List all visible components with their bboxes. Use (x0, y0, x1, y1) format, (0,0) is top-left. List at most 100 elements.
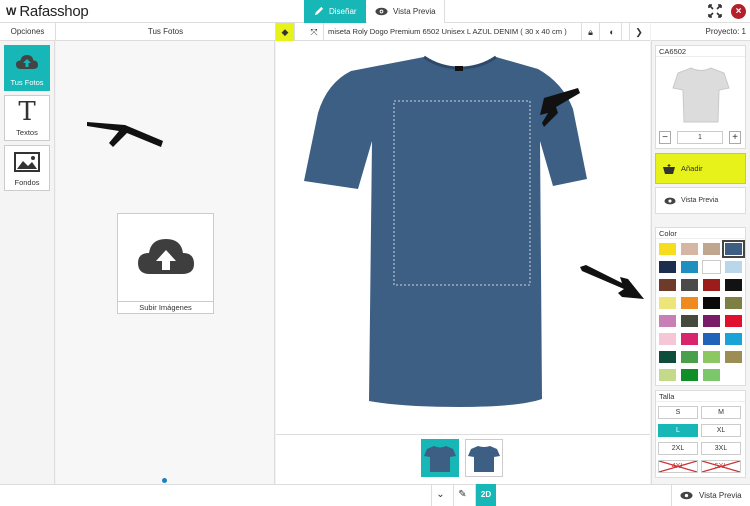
thumbnail-front[interactable] (421, 439, 459, 477)
color-swatch[interactable] (680, 278, 699, 292)
size-option[interactable]: XL (701, 424, 741, 437)
size-option[interactable]: L (658, 424, 698, 437)
thumbnail-back[interactable] (465, 439, 503, 477)
bottom-bar (0, 484, 750, 506)
arrow-annotation-icon (580, 265, 644, 299)
text-icon: T (18, 97, 36, 127)
chevron-down-icon[interactable]: ⌄ (431, 484, 449, 506)
design-canvas[interactable] (276, 41, 650, 434)
color-swatch[interactable] (724, 314, 743, 328)
tab-design-label: Diseñar (329, 7, 357, 16)
color-swatch[interactable] (680, 242, 699, 256)
lock-icon[interactable]: 🔒︎ (581, 23, 600, 41)
tab-preview-label: Vista Previa (393, 7, 436, 16)
size-option[interactable]: 2XL (658, 442, 698, 455)
basket-add-icon (663, 163, 675, 174)
product-code: CA6502 (656, 46, 745, 57)
color-swatch[interactable] (724, 350, 743, 364)
color-swatch[interactable] (724, 278, 743, 292)
color-swatch[interactable] (658, 260, 677, 274)
color-swatch[interactable] (702, 368, 721, 382)
upload-images-button[interactable]: Subir Imágenes (117, 213, 214, 314)
color-swatch[interactable] (658, 296, 677, 310)
contrast-icon[interactable]: ◐ (603, 23, 622, 41)
product-image (672, 67, 730, 123)
color-swatch[interactable] (702, 260, 721, 274)
upload-label: Subir Imágenes (118, 301, 213, 313)
eye-icon (375, 7, 388, 16)
decrease-quantity-button[interactable]: − (659, 131, 671, 144)
color-swatch[interactable] (658, 368, 677, 382)
project-header: Proyecto: 1 (651, 23, 750, 41)
color-swatch[interactable] (702, 332, 721, 346)
eye-icon (664, 197, 676, 204)
size-title: Talla (656, 391, 745, 402)
color-swatch[interactable] (680, 350, 699, 364)
color-swatch[interactable] (724, 296, 743, 310)
bottom-preview-button[interactable]: Vista Previa (671, 484, 750, 506)
color-swatch[interactable] (680, 296, 699, 310)
add-label: Añadir (681, 164, 703, 173)
cloud-upload-icon (5, 46, 49, 78)
color-swatch[interactable] (658, 242, 677, 256)
product-title: miseta Roly Dogo Premium 6502 Unisex L A… (328, 27, 567, 36)
color-swatch[interactable] (658, 350, 677, 364)
product-card: CA6502 − 1 + (655, 45, 746, 149)
fullscreen-icon[interactable] (708, 4, 722, 18)
tool-label: Fondos (14, 178, 40, 187)
color-swatch[interactable] (702, 278, 721, 292)
options-header: Opciones (0, 23, 56, 41)
logo-mark: W (6, 5, 17, 18)
increase-quantity-button[interactable]: + (729, 131, 741, 144)
view-thumbnails-bar (276, 434, 650, 484)
color-swatch[interactable] (680, 332, 699, 346)
pencil-icon (314, 6, 324, 16)
color-swatch[interactable] (724, 332, 743, 346)
image-icon (5, 146, 49, 178)
tab-preview[interactable]: Vista Previa (367, 0, 445, 23)
color-swatch[interactable] (724, 260, 743, 274)
color-swatch[interactable] (658, 314, 677, 328)
tool-your-photos[interactable]: Tus Fotos (4, 45, 50, 91)
color-title: Color (656, 228, 745, 239)
add-to-cart-button[interactable]: Añadir (655, 153, 746, 184)
color-swatch[interactable] (680, 368, 699, 382)
size-option[interactable]: 3XL (701, 442, 741, 455)
cloud-upload-icon (138, 239, 194, 274)
scroll-indicator[interactable] (162, 478, 167, 483)
preview-label: Vista Previa (681, 197, 719, 204)
tshirt-front (304, 55, 587, 407)
size-picker: Talla S M L XL 2XL 3XL 4XL 5XL (655, 390, 746, 478)
color-swatch[interactable] (658, 332, 677, 346)
photos-header: Tus Fotos (56, 23, 276, 41)
expand-icon[interactable]: ⤧ (305, 23, 324, 41)
tab-design[interactable]: Diseñar (304, 0, 366, 23)
tool-label: Textos (16, 128, 38, 137)
mode-2d-button[interactable]: 2D (475, 484, 496, 506)
layers-icon[interactable]: ◆ (276, 23, 295, 41)
size-option[interactable]: 4XL (658, 460, 698, 473)
chevron-right-icon[interactable]: ❯ (629, 23, 648, 41)
color-swatch[interactable] (680, 260, 699, 274)
size-option[interactable]: S (658, 406, 698, 419)
tool-backgrounds[interactable]: Fondos (4, 145, 50, 191)
size-option[interactable]: 5XL (701, 460, 741, 473)
tools-column: Tus Fotos T Textos Fondos (0, 41, 55, 484)
bottom-preview-label: Vista Previa (699, 490, 742, 500)
pencil-icon[interactable]: ✎ (453, 484, 471, 506)
tool-texts[interactable]: T Textos (4, 95, 50, 141)
size-option[interactable]: M (701, 406, 741, 419)
color-swatch[interactable] (680, 314, 699, 328)
color-swatch[interactable] (702, 350, 721, 364)
preview-button[interactable]: Vista Previa (655, 187, 746, 214)
quantity-input[interactable]: 1 (677, 131, 723, 144)
logo-text: Rafasshop (19, 3, 89, 20)
color-picker: Color (655, 227, 746, 386)
color-swatch[interactable] (702, 296, 721, 310)
arrow-annotation-icon (87, 122, 163, 147)
color-swatch[interactable] (722, 240, 745, 258)
color-swatch[interactable] (658, 278, 677, 292)
color-swatch[interactable] (702, 314, 721, 328)
close-icon[interactable]: × (731, 4, 746, 19)
color-swatch[interactable] (702, 242, 721, 256)
